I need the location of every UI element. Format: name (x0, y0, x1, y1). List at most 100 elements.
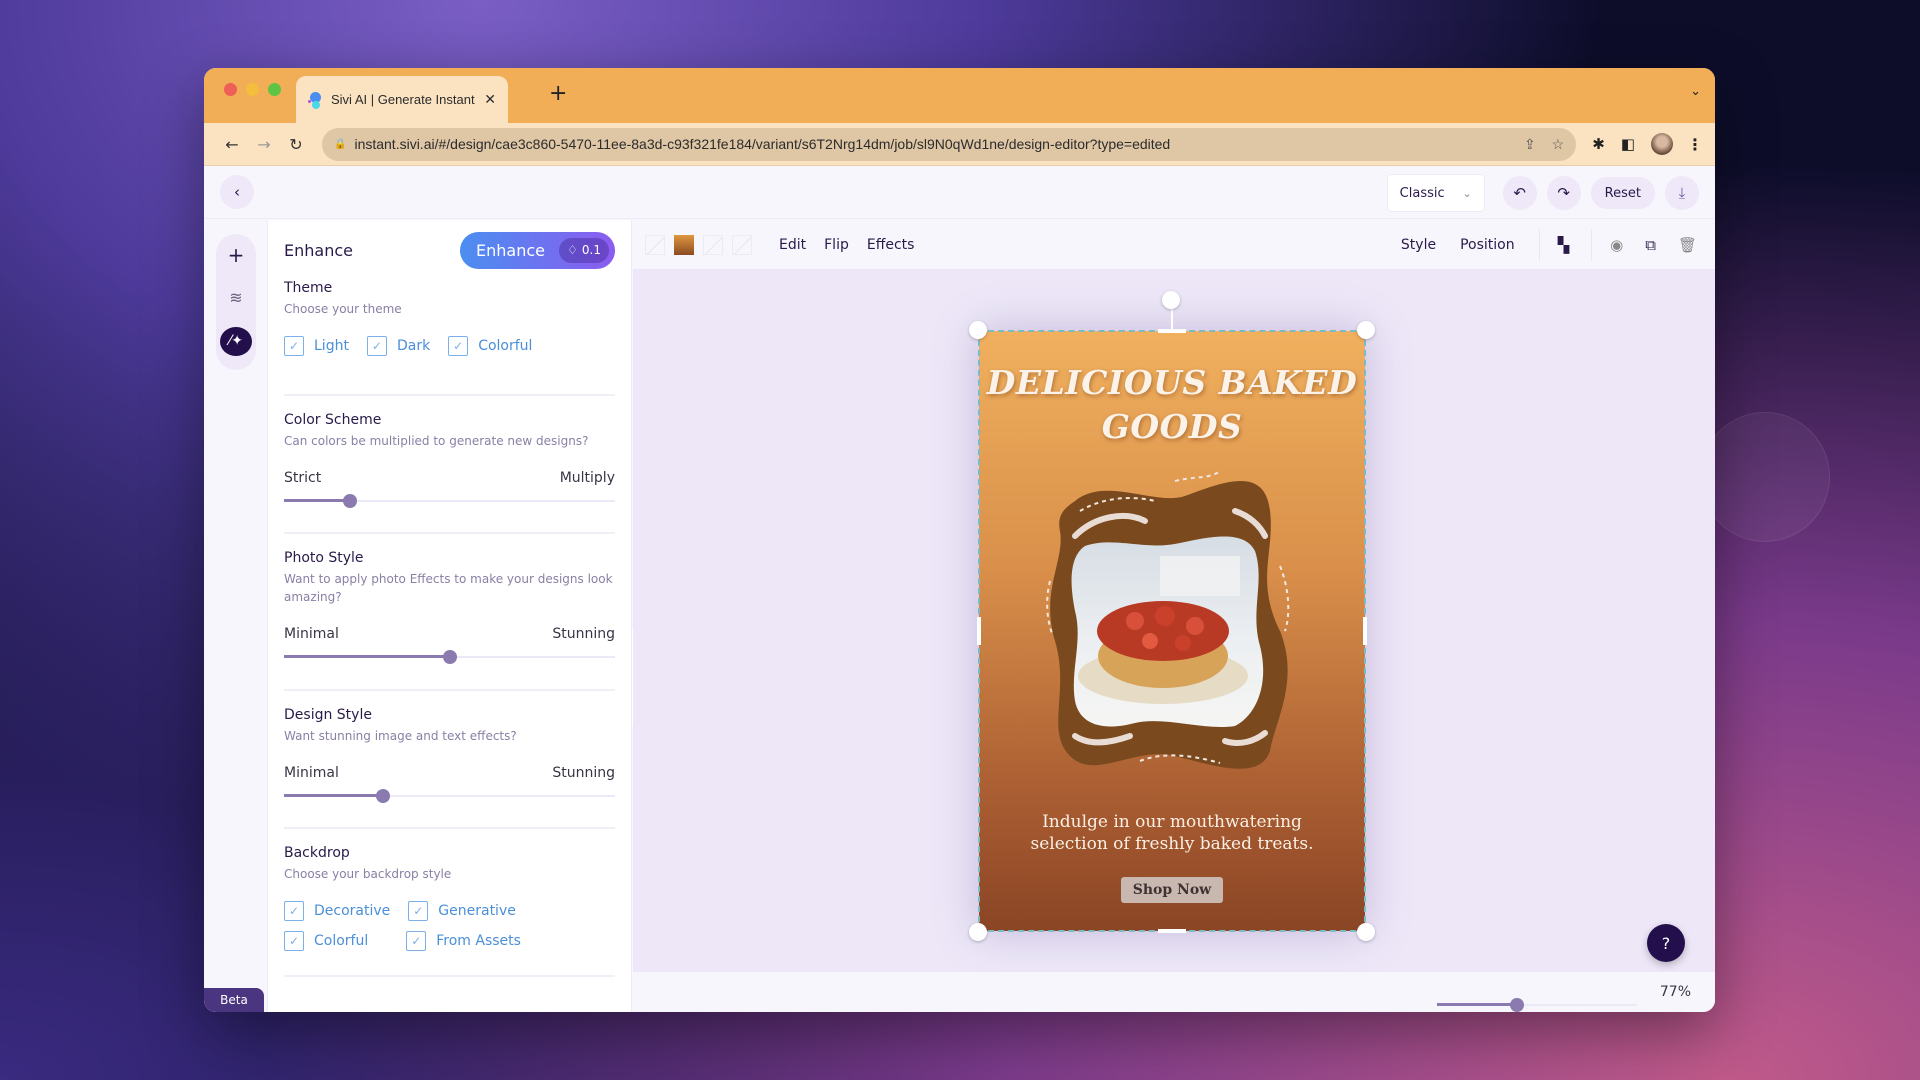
color-scheme-slider[interactable] (284, 494, 615, 508)
redo-button[interactable]: ↷ (1546, 176, 1581, 210)
flip-button[interactable]: Flip (824, 237, 849, 253)
decorative-photo-frame[interactable] (1045, 471, 1295, 781)
extensions-puzzle-icon[interactable]: ✱ (1592, 135, 1605, 153)
dashed-ornament (1279, 565, 1290, 632)
address-row: ← → ↻ 🔒 instant.sivi.ai/#/design/cae3c86… (204, 123, 1715, 166)
zoom-slider-handle[interactable] (1510, 998, 1524, 1012)
backdrop-checkbox-from-assets[interactable]: ✓ From Assets (406, 931, 521, 951)
checkmark-icon: ✓ (284, 336, 304, 356)
design-body-text[interactable]: Indulge in our mouthwatering selection o… (979, 811, 1365, 855)
design-style-slider[interactable] (284, 789, 615, 803)
effects-button[interactable]: Effects (867, 237, 915, 253)
url-bar[interactable]: 🔒 instant.sivi.ai/#/design/cae3c860-5470… (322, 127, 1577, 161)
element-toolbar: Edit Flip Effects Style Position ▚ ◉ ⧉ 🗑 (633, 220, 1715, 270)
undo-button[interactable]: ↶ (1502, 176, 1537, 210)
style-button[interactable]: Style (1401, 237, 1436, 253)
color-swatch-gradient[interactable] (674, 234, 694, 255)
enhance-button-label: Enhance (476, 240, 545, 260)
resize-handle-bottom-right[interactable] (1357, 923, 1375, 941)
slider-handle[interactable] (442, 650, 457, 664)
color-swatch-empty[interactable] (703, 234, 723, 255)
browser-menu-icon[interactable]: ⋮ (1687, 135, 1703, 154)
reset-button[interactable]: Reset (1590, 177, 1655, 209)
design-headline[interactable]: DELICIOUS BAKED GOODS (979, 361, 1365, 449)
share-icon[interactable]: ⇪ (1524, 136, 1536, 153)
duplicate-icon[interactable]: ⧉ (1645, 236, 1656, 254)
trash-icon[interactable]: 🗑 (1678, 236, 1697, 254)
resize-handle-right[interactable] (1363, 617, 1367, 645)
add-button[interactable]: + (220, 240, 252, 269)
resize-handle-top[interactable] (1158, 329, 1186, 333)
close-window-button[interactable] (224, 83, 237, 96)
slider-min-label: Minimal (284, 626, 339, 642)
checkbox-label: Colorful (314, 933, 369, 949)
slider-handle[interactable] (376, 789, 391, 803)
resize-handle-bottom[interactable] (1158, 929, 1186, 933)
enhance-button[interactable]: Enhance ♢ 0.1 (460, 231, 615, 269)
zoom-level: 77% (1659, 984, 1691, 1000)
download-icon: ⤓ (1678, 184, 1686, 202)
chevron-down-icon: ⌄ (1462, 186, 1472, 200)
back-button[interactable]: ‹ (220, 175, 254, 209)
dashed-ornament (1174, 471, 1221, 482)
tab-search-chevron-icon[interactable]: ⌄ (1690, 84, 1701, 99)
backdrop-checkbox-colorful[interactable]: ✓ Colorful (284, 931, 368, 951)
redo-icon: ↷ (1557, 184, 1570, 202)
theme-checkbox-light[interactable]: ✓ Light (284, 336, 349, 356)
close-tab-icon[interactable]: ✕ (484, 91, 496, 108)
maximize-window-button[interactable] (268, 83, 281, 96)
slider-handle[interactable] (343, 494, 358, 508)
theme-checkbox-colorful[interactable]: ✓ Colorful (448, 336, 532, 356)
background-decoration (1700, 412, 1830, 542)
mode-select[interactable]: Classic ⌄ (1386, 174, 1485, 212)
url-text[interactable]: instant.sivi.ai/#/design/cae3c860-5470-1… (354, 136, 1507, 152)
side-panel-icon[interactable]: ◧ (1621, 135, 1635, 153)
resize-handle-top-right[interactable] (1357, 321, 1375, 339)
transparency-checker-icon[interactable]: ▚ (1558, 236, 1570, 254)
color-swatch-empty[interactable] (645, 234, 665, 255)
minimize-window-button[interactable] (246, 83, 259, 96)
checkbox-label: Light (314, 338, 349, 354)
diamond-icon: ♢ (567, 243, 578, 257)
color-swatch-empty[interactable] (732, 234, 752, 255)
design-canvas[interactable]: DELICIOUS BAKED GOODS Indulge in our mou… (969, 291, 1375, 941)
forward-arrow-icon[interactable]: → (248, 135, 280, 154)
photo-style-slider[interactable] (284, 650, 615, 664)
position-button[interactable]: Position (1460, 237, 1515, 253)
slider-min-label: Minimal (284, 765, 339, 781)
back-arrow-icon[interactable]: ← (216, 135, 248, 154)
slider-max-label: Stunning (552, 765, 615, 781)
mode-select-value: Classic (1399, 185, 1445, 201)
layers-button[interactable]: ≋ (220, 283, 252, 312)
browser-tab[interactable]: Sivi AI | Generate Instant Desig ✕ (296, 76, 508, 123)
checkbox-label: From Assets (436, 933, 521, 949)
backdrop-checkbox-generative[interactable]: ✓ Generative (408, 901, 516, 921)
rotate-handle[interactable] (1162, 291, 1180, 309)
help-button[interactable]: ? (1647, 924, 1685, 962)
eye-icon[interactable]: ◉ (1610, 236, 1623, 254)
divider (1538, 229, 1540, 261)
window-controls (224, 83, 281, 96)
resize-handle-bottom-left[interactable] (969, 923, 987, 941)
shop-now-button[interactable]: Shop Now (1121, 877, 1223, 903)
strawberry (1155, 606, 1175, 626)
design-style-title: Design Style (284, 707, 372, 723)
bookmark-star-icon[interactable]: ☆ (1552, 136, 1565, 153)
checkbox-label: Dark (396, 338, 431, 354)
backdrop-checkbox-decorative[interactable]: ✓ Decorative (284, 901, 390, 921)
profile-avatar[interactable] (1651, 133, 1673, 155)
edit-button[interactable]: Edit (779, 237, 806, 253)
design-editor: Edit Flip Effects Style Position ▚ ◉ ⧉ 🗑 (633, 220, 1715, 1012)
color-scheme-subtitle: Can colors be multiplied to generate new… (284, 434, 589, 448)
color-scheme-section: Color Scheme Can colors be multiplied to… (284, 396, 615, 534)
resize-handle-top-left[interactable] (969, 321, 987, 339)
enhance-tool-button[interactable]: ⁄✦ (220, 326, 252, 356)
resize-handle-left[interactable] (977, 617, 981, 645)
theme-checkbox-dark[interactable]: ✓ Dark (366, 336, 431, 356)
checkmark-icon: ✓ (448, 336, 469, 356)
reload-icon[interactable]: ↻ (280, 135, 312, 154)
checkmark-icon: ✓ (406, 931, 427, 951)
zoom-slider[interactable] (1437, 998, 1637, 1012)
download-button[interactable]: ⤓ (1665, 176, 1699, 210)
new-tab-button[interactable]: + (549, 81, 567, 106)
